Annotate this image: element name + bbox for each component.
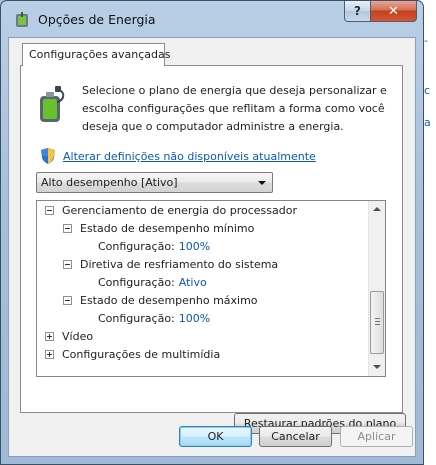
tree-item-processor-power[interactable]: Gerenciamento de energia do processador (45, 201, 297, 219)
collapse-icon[interactable] (63, 259, 72, 269)
collapse-icon[interactable] (63, 295, 72, 305)
tree-item-video[interactable]: Vídeo (45, 327, 93, 345)
tree-item-min-performance[interactable]: Estado de desempenho mínimo (63, 219, 254, 237)
tree-item-max-performance[interactable]: Estado de desempenho máximo (63, 291, 258, 309)
background-link: c (424, 84, 431, 97)
setting-value[interactable]: 100% (179, 312, 210, 325)
grip-icon (375, 318, 380, 325)
tree-item-label: Vídeo (62, 329, 94, 343)
setting-label: Configuração: (98, 275, 175, 289)
collapse-icon[interactable] (45, 205, 54, 215)
tree-item-cooling-policy[interactable]: Diretiva de resfriamento do sistema (63, 255, 278, 273)
scroll-down-arrow-icon[interactable] (373, 365, 381, 369)
window-title: Opções de Energia (38, 12, 156, 27)
tree-item-multimedia[interactable]: Configurações de multimídia (45, 345, 220, 363)
apply-button[interactable]: Aplicar (340, 426, 413, 447)
battery-plug-icon (40, 86, 65, 122)
power-plan-dropdown[interactable]: Alto desempenho [Ativo] (36, 172, 273, 193)
setting-value[interactable]: Ativo (179, 276, 207, 289)
setting-label: Configuração: (98, 239, 175, 253)
advanced-settings-tree[interactable]: Gerenciamento de energia do processador … (36, 200, 386, 377)
advanced-settings-panel: Selecione o plano de energia que deseja … (20, 65, 406, 434)
title-bar[interactable]: Opções de Energia ? ✕ (1, 1, 423, 37)
setting-label: Configuração: (98, 311, 175, 325)
ok-button[interactable]: OK (179, 426, 252, 447)
close-button[interactable]: ✕ (370, 1, 417, 22)
help-button[interactable]: ? (344, 1, 371, 22)
tree-scrollbar[interactable] (368, 201, 385, 376)
tree-item-min-performance-setting[interactable]: Configuração: 100% (98, 237, 210, 255)
tree-item-label: Gerenciamento de energia do processador (62, 203, 297, 217)
tree-item-cooling-policy-setting[interactable]: Configuração: Ativo (98, 273, 207, 291)
collapse-icon[interactable] (63, 223, 72, 233)
tree-item-max-performance-setting[interactable]: Configuração: 100% (98, 309, 210, 327)
setting-value[interactable]: 100% (179, 240, 210, 253)
cancel-button[interactable]: Cancelar (259, 426, 332, 447)
tree-item-label: Estado de desempenho máximo (80, 293, 258, 307)
uac-shield-icon (41, 148, 55, 164)
dialog-client-area: Selecione o plano de energia que deseja … (8, 37, 416, 457)
expand-icon[interactable] (45, 331, 54, 341)
power-plan-value: Alto desempenho [Ativo] (41, 176, 178, 189)
background-link: - (424, 34, 428, 47)
scroll-up-arrow-icon[interactable] (373, 207, 381, 211)
background-link: a (424, 116, 431, 129)
tree-item-label: Configurações de multimídia (62, 347, 221, 361)
tree-item-label: Estado de desempenho mínimo (80, 221, 255, 235)
change-unavailable-settings-link[interactable]: Alterar definições não disponíveis atual… (63, 150, 316, 163)
chevron-down-icon[interactable] (258, 181, 266, 185)
intro-description: Selecione o plano de energia que deseja … (82, 84, 387, 133)
expand-icon[interactable] (45, 349, 54, 359)
tab-advanced-settings[interactable]: Configurações avançadas (22, 43, 171, 66)
scrollbar-thumb[interactable] (370, 291, 384, 354)
power-options-window: Opções de Energia ? ✕ Selecione o plano … (0, 0, 424, 465)
tree-item-label: Diretiva de resfriamento do sistema (80, 257, 279, 271)
power-options-icon (16, 12, 28, 27)
